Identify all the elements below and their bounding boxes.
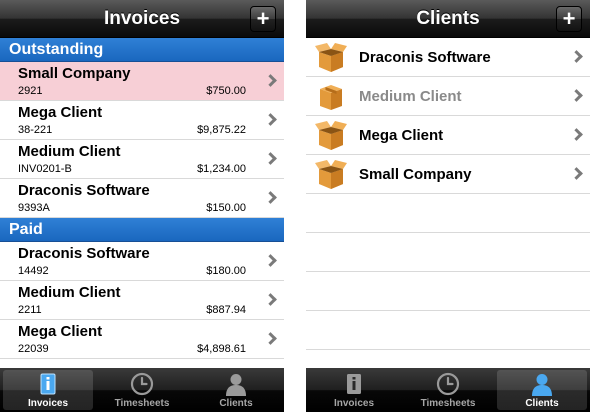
- chevron-right-icon: [264, 293, 277, 306]
- tab-timesheets[interactable]: Timesheets: [403, 370, 493, 410]
- invoice-row[interactable]: Mega Client 22039 $4,898.61: [0, 320, 284, 359]
- clients-list: Draconis Software Medium Client Mega Cli…: [306, 38, 590, 368]
- invoice-row[interactable]: Small Company 2921 $750.00: [0, 62, 284, 101]
- invoices-list: Outstanding Small Company 2921 $750.00 M…: [0, 38, 284, 368]
- add-client-button[interactable]: +: [556, 6, 582, 32]
- client-name: Draconis Software: [359, 49, 491, 66]
- tab-label: Clients: [525, 398, 559, 409]
- empty-row: [306, 233, 590, 272]
- invoice-number: 9393A: [18, 202, 50, 214]
- invoice-number: 2211: [18, 304, 42, 316]
- tab-label: Timesheets: [420, 398, 476, 409]
- chevron-right-icon: [570, 50, 583, 63]
- invoice-amount: $150.00: [206, 202, 246, 214]
- invoice-number: 22039: [18, 343, 49, 355]
- invoice-row[interactable]: Draconis Software 14492 $180.00: [0, 242, 284, 281]
- tab-label: Invoices: [333, 398, 375, 409]
- chevron-right-icon: [264, 254, 277, 267]
- client-row[interactable]: Mega Client: [306, 116, 590, 155]
- chevron-right-icon: [264, 191, 277, 204]
- add-invoice-button[interactable]: +: [250, 6, 276, 32]
- chevron-right-icon: [264, 113, 277, 126]
- chevron-right-icon: [570, 128, 583, 141]
- client-name: Mega Client: [359, 127, 444, 144]
- clients-nav-bar: Clients +: [306, 0, 590, 38]
- invoice-row[interactable]: Mega Client 38-221 $9,875.22: [0, 101, 284, 140]
- tab-timesheets[interactable]: Timesheets: [97, 370, 187, 410]
- open-box-icon: [315, 160, 347, 189]
- open-box-icon: [315, 43, 347, 72]
- invoice-amount: $4,898.61: [197, 343, 246, 355]
- closed-box-icon: [320, 85, 342, 110]
- invoice-client: Mega Client: [18, 323, 103, 340]
- clients-tab-bar: Invoices Timesheets Clients: [306, 368, 590, 412]
- person-icon: [226, 374, 246, 396]
- chevron-right-icon: [570, 89, 583, 102]
- invoice-client: Medium Client: [18, 143, 121, 160]
- chevron-right-icon: [570, 167, 583, 180]
- client-name: Small Company: [359, 166, 472, 183]
- invoices-title: Invoices: [103, 8, 181, 29]
- chevron-right-icon: [264, 152, 277, 165]
- invoice-client: Medium Client: [18, 284, 121, 301]
- tab-label: Clients: [219, 398, 253, 409]
- tab-label: Invoices: [27, 398, 69, 409]
- chevron-right-icon: [264, 332, 277, 345]
- empty-row: [306, 272, 590, 311]
- invoice-number: 14492: [18, 265, 49, 277]
- invoice-client: Small Company: [18, 65, 131, 82]
- section-header-outstanding: Outstanding: [0, 38, 284, 62]
- client-row[interactable]: Draconis Software: [306, 38, 590, 77]
- invoice-icon: [40, 373, 56, 395]
- empty-row: [306, 194, 590, 233]
- clients-screen: Clients + Draconis Software Medium Clien…: [306, 0, 590, 412]
- invoice-number: 2921: [18, 85, 43, 97]
- client-row[interactable]: Small Company: [306, 155, 590, 194]
- invoice-client: Mega Client: [18, 104, 103, 121]
- tab-clients[interactable]: Clients: [191, 370, 281, 410]
- clock-icon: [436, 372, 460, 396]
- invoice-row[interactable]: Medium Client 2211 $887.94: [0, 281, 284, 320]
- client-name: Medium Client: [359, 88, 462, 105]
- invoices-screen: Invoices + Outstanding Small Company 292…: [0, 0, 284, 412]
- client-row[interactable]: Medium Client: [306, 77, 590, 116]
- invoice-number: INV0201-B: [18, 163, 72, 175]
- invoice-amount: $9,875.22: [197, 124, 246, 136]
- tab-label: Timesheets: [114, 398, 170, 409]
- empty-row: [306, 311, 590, 350]
- invoice-amount: $887.94: [206, 304, 246, 316]
- invoice-icon: [347, 374, 361, 394]
- section-header-paid: Paid: [0, 218, 284, 242]
- invoice-client: Draconis Software: [18, 245, 150, 262]
- person-icon: [532, 374, 552, 396]
- invoice-client: Draconis Software: [18, 182, 150, 199]
- invoice-amount: $1,234.00: [197, 163, 246, 175]
- clock-icon: [130, 372, 154, 396]
- clients-title: Clients: [416, 8, 480, 29]
- invoice-amount: $750.00: [206, 85, 246, 97]
- open-box-icon: [315, 121, 347, 150]
- chevron-right-icon: [264, 74, 277, 87]
- tab-invoices[interactable]: Invoices: [309, 370, 399, 410]
- invoice-number: 38-221: [18, 124, 53, 136]
- invoice-row[interactable]: Medium Client INV0201-B $1,234.00: [0, 140, 284, 179]
- tab-clients[interactable]: Clients: [497, 370, 587, 410]
- tab-invoices[interactable]: Invoices: [3, 370, 93, 410]
- invoice-amount: $180.00: [206, 265, 246, 277]
- invoices-tab-bar: Invoices Timesheets Clients: [0, 368, 284, 412]
- invoice-row[interactable]: Draconis Software 9393A $150.00: [0, 179, 284, 218]
- invoices-nav-bar: Invoices +: [0, 0, 284, 38]
